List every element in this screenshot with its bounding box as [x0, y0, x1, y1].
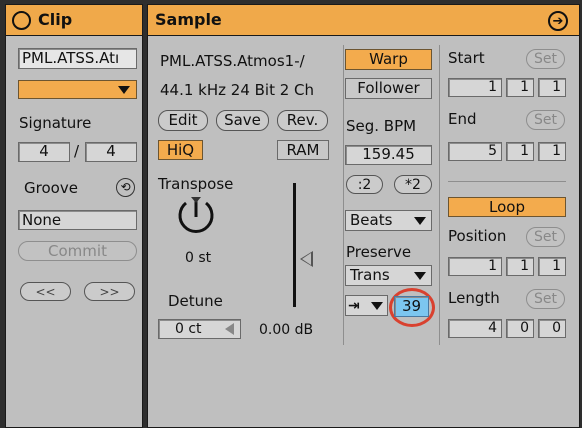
- clip-color-dropdown[interactable]: [18, 80, 137, 99]
- start-set-button[interactable]: Set: [526, 49, 565, 69]
- preserve-label: Preserve: [346, 243, 412, 261]
- detune-field[interactable]: 0 ct: [158, 319, 241, 339]
- signature-label: Signature: [19, 114, 92, 132]
- position-bar-field[interactable]: 1: [448, 257, 502, 276]
- length-sixteenth-field[interactable]: 0: [538, 319, 566, 338]
- edit-button[interactable]: Edit: [158, 110, 208, 131]
- triangle-left-icon: [225, 323, 234, 335]
- segment-bpm-field[interactable]: 159.45: [345, 145, 432, 165]
- warp-mode-dropdown[interactable]: Beats: [345, 210, 432, 231]
- length-label: Length: [448, 289, 500, 307]
- chevron-down-icon: [118, 86, 130, 94]
- transpose-knob[interactable]: [176, 195, 216, 239]
- sample-name: PML.ATSS.Atmos1-/: [160, 52, 305, 70]
- hiq-toggle[interactable]: HiQ: [158, 140, 203, 160]
- right-column-divider: [448, 181, 566, 182]
- start-beat-field[interactable]: 1: [506, 78, 534, 97]
- position-set-button[interactable]: Set: [526, 227, 565, 247]
- half-tempo-button[interactable]: :2: [346, 175, 383, 194]
- signature-denominator-field[interactable]: 4: [85, 142, 137, 162]
- double-tempo-button[interactable]: *2: [394, 175, 432, 194]
- ram-toggle[interactable]: RAM: [277, 140, 329, 160]
- groove-hot-swap-icon[interactable]: ⟲: [116, 178, 135, 197]
- envelope-field[interactable]: 39: [394, 296, 429, 317]
- signature-slash: /: [74, 142, 80, 160]
- start-sixteenth-field[interactable]: 1: [538, 78, 566, 97]
- gain-value: 0.00 dB: [259, 322, 314, 338]
- sample-info: 44.1 kHz 24 Bit 2 Ch: [160, 81, 315, 99]
- segment-bpm-label: Seg. BPM: [346, 117, 417, 135]
- loop-toggle[interactable]: Loop: [448, 197, 566, 217]
- nudge-back-button[interactable]: <<: [20, 282, 71, 301]
- preserve-value: Trans: [350, 266, 390, 284]
- loop-forward-icon: ⇥: [348, 298, 360, 314]
- arrow-right-circle-icon[interactable]: ➔: [548, 11, 568, 31]
- detune-label: Detune: [168, 292, 223, 310]
- end-label: End: [448, 110, 477, 128]
- length-set-button[interactable]: Set: [526, 289, 565, 309]
- gain-slider-track[interactable]: [293, 183, 296, 307]
- signature-numerator-field[interactable]: 4: [18, 142, 70, 162]
- column-divider: [439, 45, 440, 345]
- warp-mode-value: Beats: [350, 211, 393, 229]
- knob-icon: [178, 197, 214, 233]
- length-beat-field[interactable]: 0: [506, 319, 534, 338]
- chevron-down-icon: [414, 217, 426, 225]
- warp-toggle[interactable]: Warp: [345, 49, 432, 70]
- loop-mode-dropdown[interactable]: ⇥: [345, 295, 388, 316]
- start-label: Start: [448, 49, 485, 67]
- groove-field[interactable]: None: [18, 210, 137, 230]
- commit-button[interactable]: Commit: [18, 241, 137, 261]
- transpose-label: Transpose: [158, 175, 234, 193]
- sample-header: Sample ➔: [148, 5, 579, 36]
- groove-label: Groove: [24, 179, 78, 197]
- clip-name-field[interactable]: PML.ATSS.Atı: [18, 48, 137, 69]
- clip-header: Clip: [6, 5, 142, 36]
- end-beat-field[interactable]: 1: [506, 142, 534, 161]
- preserve-dropdown[interactable]: Trans: [345, 265, 432, 286]
- start-bar-field[interactable]: 1: [448, 78, 502, 97]
- length-bar-field[interactable]: 4: [448, 319, 502, 338]
- chevron-down-icon: [371, 302, 383, 310]
- position-sixteenth-field[interactable]: 1: [538, 257, 566, 276]
- end-bar-field[interactable]: 5: [448, 142, 502, 161]
- end-set-button[interactable]: Set: [526, 110, 565, 130]
- transpose-value: 0 st: [185, 250, 212, 266]
- sample-title: Sample: [155, 10, 222, 29]
- column-divider: [343, 45, 344, 345]
- position-beat-field[interactable]: 1: [506, 257, 534, 276]
- reverse-button[interactable]: Rev.: [277, 110, 328, 131]
- end-sixteenth-field[interactable]: 1: [538, 142, 566, 161]
- gain-slider-handle-inner: [302, 253, 311, 265]
- chevron-down-icon: [414, 272, 426, 280]
- clip-panel: Clip PML.ATSS.Atı Signature 4 / 4 Groove…: [5, 4, 143, 428]
- nudge-forward-button[interactable]: >>: [84, 282, 135, 301]
- clip-title: Clip: [38, 10, 73, 29]
- follower-toggle[interactable]: Follower: [345, 78, 432, 99]
- sample-panel: Sample ➔ PML.ATSS.Atmos1-/ 44.1 kHz 24 B…: [147, 4, 580, 428]
- clip-toggle-circle-icon[interactable]: [12, 11, 31, 30]
- position-label: Position: [448, 227, 507, 245]
- detune-value: 0 ct: [175, 321, 202, 337]
- save-button[interactable]: Save: [216, 110, 269, 131]
